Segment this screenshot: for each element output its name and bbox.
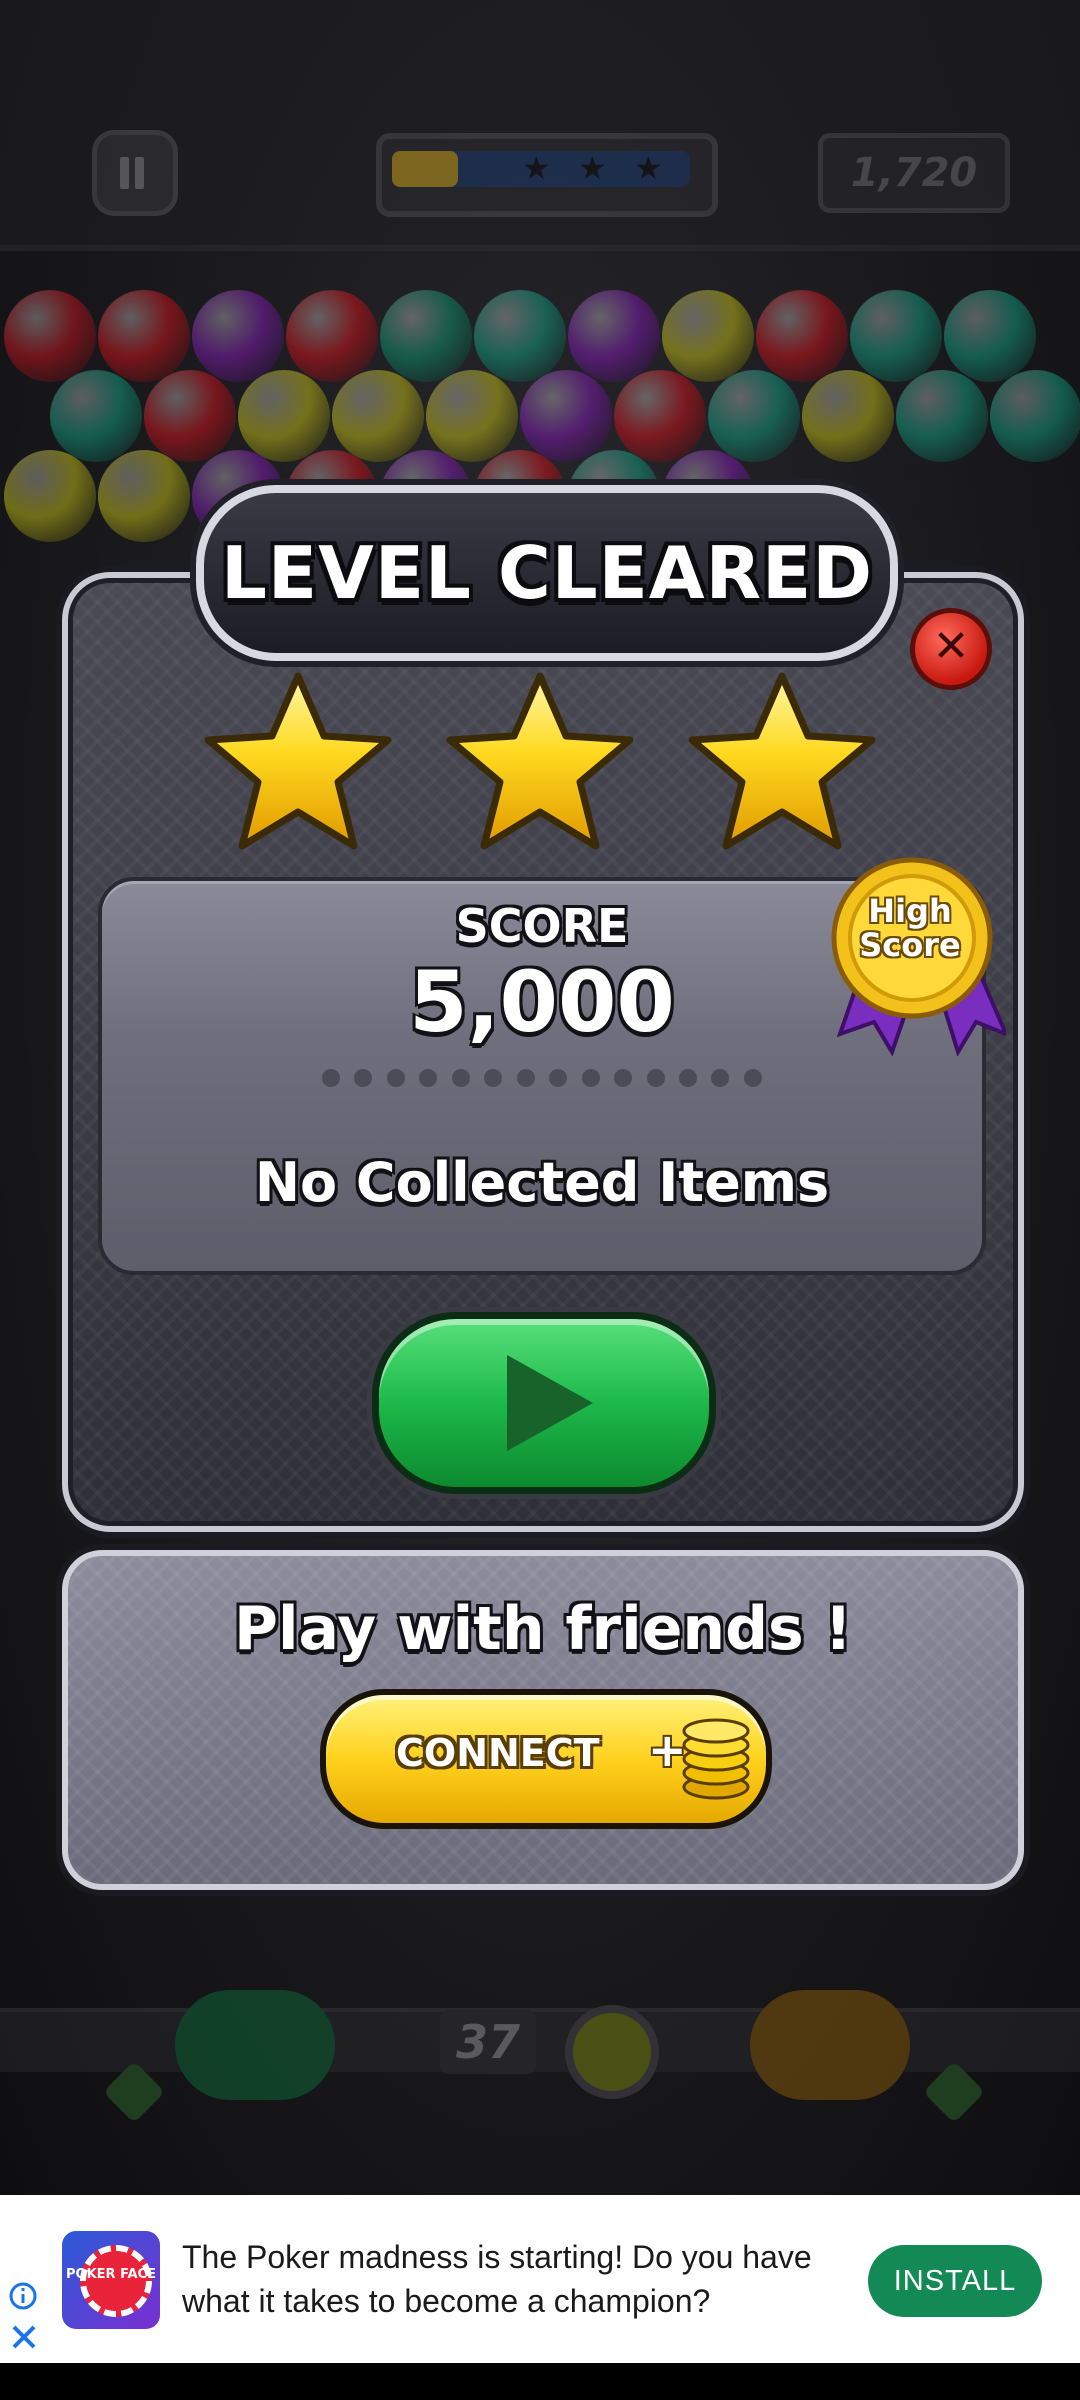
ad-app-logo[interactable]: POKER FACE <box>62 2231 160 2329</box>
progress-star-icon: ★ <box>578 149 607 187</box>
bubble <box>144 370 236 462</box>
ad-text[interactable]: The Poker madness is starting! Do you ha… <box>182 2235 842 2323</box>
level-progress-bar: ★ ★ ★ <box>376 133 718 217</box>
bubble <box>98 450 190 542</box>
bubble <box>802 370 894 462</box>
connect-label: CONNECT <box>396 1731 600 1775</box>
bubble <box>990 370 1080 462</box>
ad-close-icon[interactable] <box>8 2321 40 2353</box>
collected-items-text: No Collected Items <box>254 1151 830 1214</box>
star-icon <box>688 672 876 850</box>
ad-logo-text: POKER FACE <box>66 2267 156 2282</box>
bubble <box>568 290 660 382</box>
play-next-button[interactable] <box>372 1312 716 1494</box>
progress-star-icon: ★ <box>634 149 663 187</box>
star-icon <box>204 672 392 850</box>
bubble <box>50 370 142 462</box>
install-button[interactable]: INSTALL <box>868 2245 1042 2317</box>
bubble <box>380 290 472 382</box>
bubble <box>286 290 378 382</box>
play-icon <box>507 1355 593 1451</box>
bubble <box>192 290 284 382</box>
coins-icon <box>682 1718 750 1800</box>
bubble <box>850 290 942 382</box>
bubble <box>98 290 190 382</box>
bubble <box>4 290 96 382</box>
pause-icon <box>120 157 129 189</box>
star-icon <box>446 672 634 850</box>
high-score-text: High Score <box>859 892 961 964</box>
bubble <box>662 290 754 382</box>
friends-title: Play with friends ! <box>233 1594 853 1664</box>
info-icon[interactable] <box>8 2281 38 2311</box>
title-plate: LEVEL CLEARED ! <box>196 485 898 795</box>
bubble <box>614 370 706 462</box>
close-icon: ✕ <box>932 621 970 672</box>
hud-score: 1,720 <box>818 133 1010 213</box>
close-button[interactable]: ✕ <box>910 608 992 690</box>
connect-button[interactable]: CONNECT + <box>320 1689 772 1829</box>
left-booster-pod[interactable] <box>175 1990 335 2100</box>
right-booster-pod[interactable] <box>750 1990 910 2100</box>
bubble <box>332 370 424 462</box>
progress-fill <box>392 151 458 187</box>
system-nav-bar <box>0 2363 1080 2400</box>
bubble <box>896 370 988 462</box>
friends-panel: Play with friends ! CONNECT + <box>62 1550 1024 1890</box>
bubble <box>944 290 1036 382</box>
bubble <box>756 290 848 382</box>
next-bubble[interactable] <box>565 2005 659 2099</box>
bubble-launcher: 37 <box>0 1890 1080 2190</box>
top-hud: ★ ★ ★ 1,720 <box>0 0 1080 251</box>
ad-banner[interactable]: POKER FACE The Poker madness is starting… <box>0 2195 1080 2363</box>
bubble <box>238 370 330 462</box>
shots-remaining: 37 <box>440 2010 536 2074</box>
collected-items-dots <box>322 1069 762 1091</box>
bubble <box>426 370 518 462</box>
bubble <box>520 370 612 462</box>
bubble <box>4 450 96 542</box>
pipe <box>0 2008 1080 2072</box>
progress-star-icon: ★ <box>522 149 551 187</box>
pause-button[interactable] <box>92 130 178 216</box>
bubble <box>474 290 566 382</box>
bubble <box>708 370 800 462</box>
high-score-badge: High Score <box>830 856 1010 1057</box>
pause-icon-bar <box>135 157 144 189</box>
